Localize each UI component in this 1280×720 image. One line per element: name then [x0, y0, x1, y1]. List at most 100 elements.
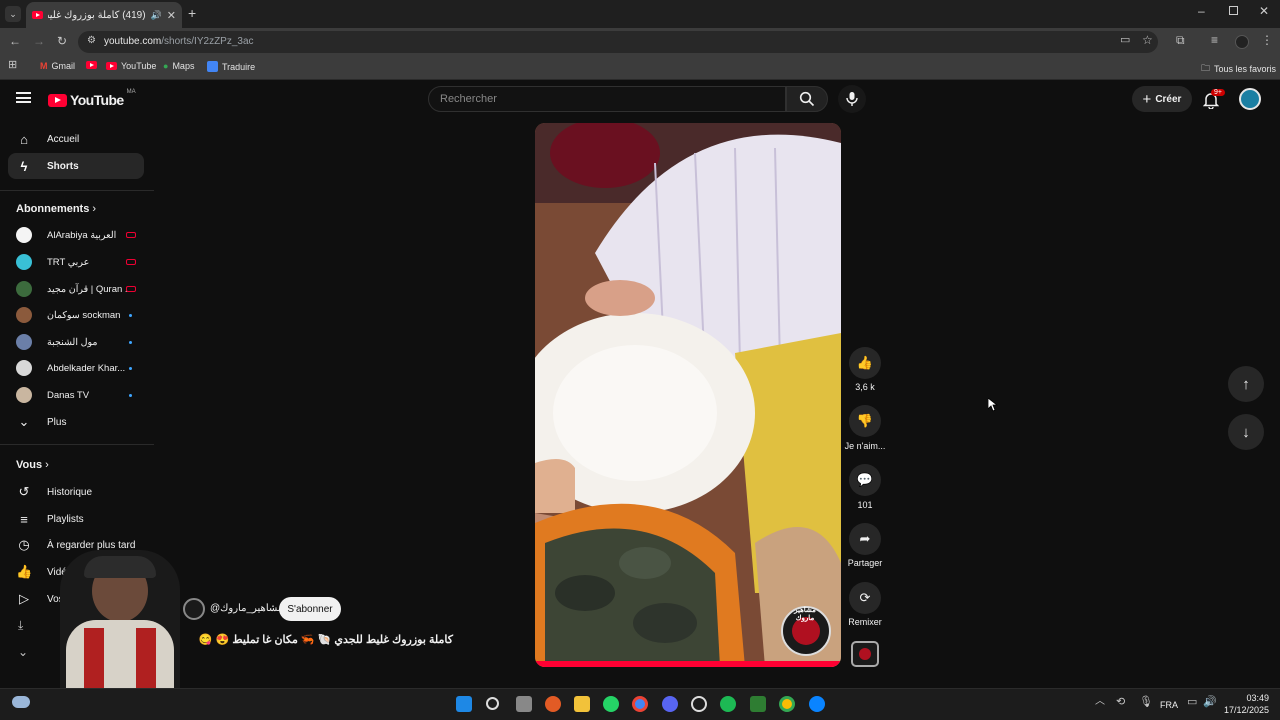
- app-icon[interactable]: [750, 696, 766, 712]
- network-icon[interactable]: ▭: [1187, 697, 1197, 708]
- sound-thumbnail[interactable]: [851, 641, 879, 667]
- bookmark-maps[interactable]: ● Maps: [163, 61, 194, 71]
- task-view-icon[interactable]: [516, 696, 532, 712]
- sidebar-item-shorts[interactable]: ϟ Shorts: [8, 153, 144, 179]
- subscription-item[interactable]: Abdelkader Khar...: [8, 356, 144, 380]
- weather-icon[interactable]: [12, 696, 30, 708]
- clock-date[interactable]: 17/12/2025: [1221, 705, 1269, 715]
- browser-tab-active[interactable]: (419) كاملة بوزروك غليط للجـ 🔊 ✕: [26, 2, 182, 28]
- sidebar-item-playlists[interactable]: ≡ Playlists: [8, 506, 144, 532]
- like-count: 3,6 k: [855, 382, 875, 392]
- windows-start-icon[interactable]: [456, 696, 472, 712]
- chevron-down-icon[interactable]: ⌄: [18, 646, 28, 658]
- thumb-down-icon: 👎: [856, 413, 874, 428]
- tray-app-icon[interactable]: ⟲: [1116, 697, 1125, 708]
- bookmark-star-icon[interactable]: ☆: [1142, 34, 1153, 46]
- search-input[interactable]: Rechercher: [428, 86, 786, 112]
- site-info-icon[interactable]: ⚙: [87, 36, 96, 46]
- spotify-icon[interactable]: [720, 696, 736, 712]
- like-button[interactable]: 👍: [849, 347, 881, 379]
- tab-close-icon[interactable]: ✕: [167, 9, 176, 22]
- comment-icon: 💬: [856, 472, 874, 487]
- channel-name: قرآن مجيد | Quran ...: [47, 283, 133, 295]
- messenger-icon[interactable]: [809, 696, 825, 712]
- tray-chevron-icon[interactable]: ︿: [1095, 697, 1105, 707]
- notifications-button[interactable]: 9+: [1201, 89, 1225, 111]
- speaker-icon[interactable]: 🔊: [151, 10, 162, 21]
- sidebar-item-label: À regarder plus tard: [47, 539, 136, 551]
- youtube-logo[interactable]: YouTube MA: [48, 89, 136, 108]
- whatsapp-icon[interactable]: [603, 696, 619, 712]
- back-icon[interactable]: ←: [9, 35, 21, 47]
- sidebar-item-accueil[interactable]: ⌂ Accueil: [8, 126, 144, 152]
- url-host: youtube.com: [104, 36, 162, 47]
- chrome-icon[interactable]: [632, 696, 648, 712]
- account-avatar[interactable]: [1239, 88, 1261, 110]
- shorts-icon: ϟ: [20, 158, 28, 174]
- new-tab-button[interactable]: +: [188, 5, 196, 21]
- all-bookmarks[interactable]: 🗀 Tous les favoris: [1201, 61, 1276, 77]
- tab-search-button[interactable]: ⌄: [5, 6, 21, 22]
- voice-search-button[interactable]: [838, 85, 866, 113]
- tray-mic-icon[interactable]: 🎙: [1139, 697, 1153, 708]
- channel-avatar[interactable]: [183, 598, 205, 620]
- previous-short-button[interactable]: ↑: [1228, 366, 1264, 402]
- subscribe-button[interactable]: S'abonner: [279, 597, 341, 621]
- cast-icon[interactable]: ▭: [1120, 35, 1130, 46]
- dislike-button[interactable]: 👎: [849, 405, 881, 437]
- search-button[interactable]: [786, 86, 828, 112]
- download-icon[interactable]: ⤓: [18, 619, 23, 631]
- profile-avatar[interactable]: [1235, 35, 1249, 49]
- share-button[interactable]: ➦: [849, 523, 881, 555]
- subscriptions-heading[interactable]: Abonnements ›: [16, 203, 96, 215]
- subscription-item[interactable]: قرآن مجيد | Quran ...: [8, 277, 144, 301]
- logo-text: YouTube: [70, 92, 124, 108]
- maps-pin-icon: ●: [163, 61, 169, 71]
- taskbar-search-icon[interactable]: [486, 697, 499, 710]
- subscription-item[interactable]: TRT عربي: [8, 250, 144, 274]
- subscription-item[interactable]: AlArabiya العربية: [8, 223, 144, 247]
- hamburger-menu-icon[interactable]: [16, 92, 31, 103]
- clock-time[interactable]: 03:49: [1227, 693, 1269, 703]
- maximize-button[interactable]: [1229, 6, 1238, 15]
- app-icon[interactable]: [691, 696, 707, 712]
- channel-handle[interactable]: @مشاهير_ماروك: [210, 603, 283, 614]
- bookmark-youtube-icon-only[interactable]: [86, 61, 97, 69]
- extensions-icon[interactable]: ⧉: [1176, 34, 1185, 46]
- apps-grid-icon[interactable]: ⊞: [8, 60, 17, 71]
- video-frame: [535, 123, 841, 667]
- file-explorer-icon[interactable]: [574, 696, 590, 712]
- remix-button[interactable]: ⟳: [849, 582, 881, 614]
- tab-title: (419) كاملة بوزروك غليط للجـ: [48, 9, 146, 21]
- media-control-icon[interactable]: ≡: [1211, 34, 1218, 46]
- bookmark-gmail[interactable]: M Gmail: [40, 61, 75, 71]
- thumb-up-icon: 👍: [16, 564, 33, 579]
- browser-menu-icon[interactable]: ⋮: [1261, 34, 1273, 46]
- you-heading[interactable]: Vous ›: [16, 459, 49, 471]
- minimize-button[interactable]: –: [1198, 4, 1205, 18]
- comments-button[interactable]: 💬: [849, 464, 881, 496]
- chrome-icon[interactable]: [779, 696, 795, 712]
- video-icon: ▷: [19, 591, 29, 606]
- subscription-item[interactable]: سوكمان sockman: [8, 303, 144, 327]
- forward-icon[interactable]: →: [33, 35, 45, 47]
- create-button[interactable]: + Créer: [1132, 86, 1192, 112]
- channel-avatar: [16, 227, 32, 243]
- bookmark-traduire[interactable]: Traduire: [207, 61, 255, 72]
- close-window-button[interactable]: ✕: [1259, 4, 1269, 18]
- chevron-down-icon: ⌄: [18, 414, 30, 429]
- volume-icon[interactable]: 🔊: [1203, 697, 1217, 708]
- short-video-player[interactable]: مشاهير ماروك: [535, 123, 841, 667]
- subscription-item[interactable]: Danas TV: [8, 383, 144, 407]
- discord-icon[interactable]: [662, 696, 678, 712]
- sidebar-item-historique[interactable]: ↺ Historique: [8, 479, 144, 505]
- bookmark-youtube[interactable]: YouTube: [106, 61, 156, 71]
- subscription-item[interactable]: مول الشنجبة: [8, 330, 144, 354]
- thumb-up-icon: 👍: [856, 355, 874, 370]
- app-icon[interactable]: [545, 696, 561, 712]
- url-text[interactable]: youtube.com/shorts/IY2zZPz_3ac: [104, 36, 254, 47]
- reload-icon[interactable]: ↻: [57, 35, 67, 47]
- sidebar-show-more[interactable]: ⌄ Plus: [8, 409, 144, 435]
- language-indicator[interactable]: FRA: [1160, 700, 1178, 710]
- next-short-button[interactable]: ↓: [1228, 414, 1264, 450]
